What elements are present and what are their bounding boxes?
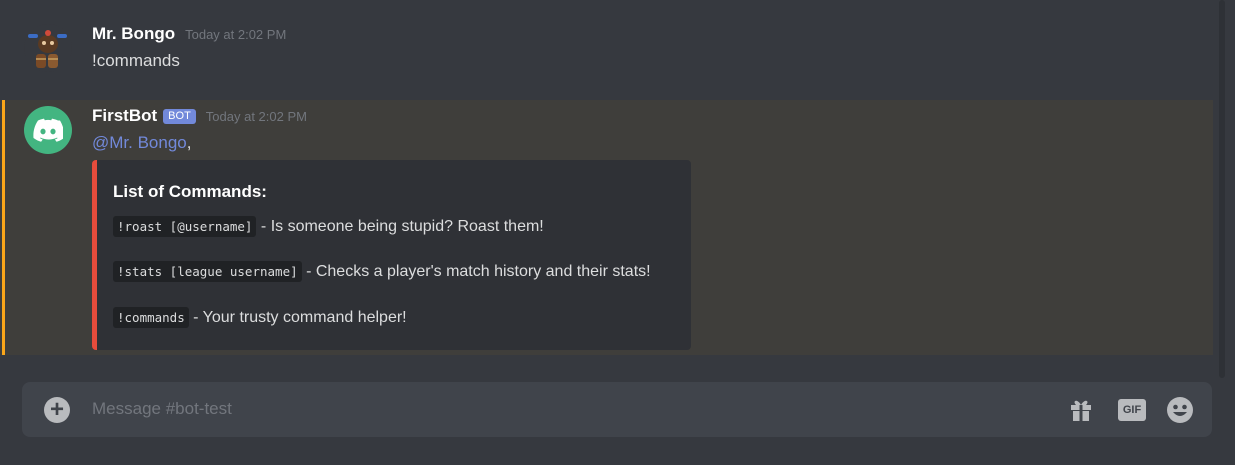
avatar[interactable] — [24, 24, 72, 72]
user-avatar-image — [28, 30, 67, 68]
discord-logo-icon — [33, 118, 63, 142]
message-input[interactable]: Message #bot-test — [92, 399, 232, 419]
message-content: !commands — [92, 51, 180, 70]
command-code: !roast [@username] — [113, 216, 257, 237]
username[interactable]: Mr. Bongo — [92, 24, 175, 44]
emoji-icon[interactable] — [1166, 396, 1194, 429]
command-description: - Is someone being stupid? Roast them! — [256, 218, 544, 235]
bot-badge: BOT — [163, 109, 196, 124]
message-list: Mr. Bongo Today at 2:02 PM !commands Fir… — [0, 0, 1213, 356]
username[interactable]: FirstBot — [92, 106, 157, 126]
command-code: !stats [league username] — [113, 261, 302, 282]
message-content: @Mr. Bongo, — [92, 133, 191, 153]
message-item-mentioned: FirstBot BOT Today at 2:02 PM @Mr. Bongo… — [0, 100, 1213, 355]
gif-button[interactable]: GIF — [1118, 399, 1146, 421]
message-header: Mr. Bongo Today at 2:02 PM — [92, 24, 286, 44]
command-description: - Checks a player's match history and th… — [301, 263, 651, 280]
embed-command-line: !roast [@username] - Is someone being st… — [113, 216, 544, 237]
mention-highlight-bar — [2, 100, 5, 355]
avatar[interactable] — [24, 106, 72, 154]
add-attachment-icon[interactable]: + — [44, 397, 70, 423]
gift-icon[interactable] — [1068, 396, 1094, 427]
command-code: !commands — [113, 307, 189, 328]
user-mention[interactable]: @Mr. Bongo — [92, 133, 187, 152]
message-item: Mr. Bongo Today at 2:02 PM !commands — [0, 14, 1213, 84]
embed-command-line: !commands - Your trusty command helper! — [113, 307, 407, 328]
scrollbar[interactable] — [1219, 0, 1225, 378]
mention-suffix: , — [186, 133, 192, 152]
timestamp: Today at 2:02 PM — [205, 109, 307, 124]
embed-title: List of Commands: — [113, 182, 267, 201]
timestamp: Today at 2:02 PM — [185, 27, 287, 42]
embed-command-line: !stats [league username] - Checks a play… — [113, 261, 651, 282]
command-description: - Your trusty command helper! — [188, 309, 407, 326]
commands-embed: List of Commands: !roast [@username] - I… — [92, 160, 691, 350]
message-header: FirstBot BOT Today at 2:02 PM — [92, 106, 307, 126]
message-composer: + Message #bot-test GIF — [22, 382, 1212, 437]
